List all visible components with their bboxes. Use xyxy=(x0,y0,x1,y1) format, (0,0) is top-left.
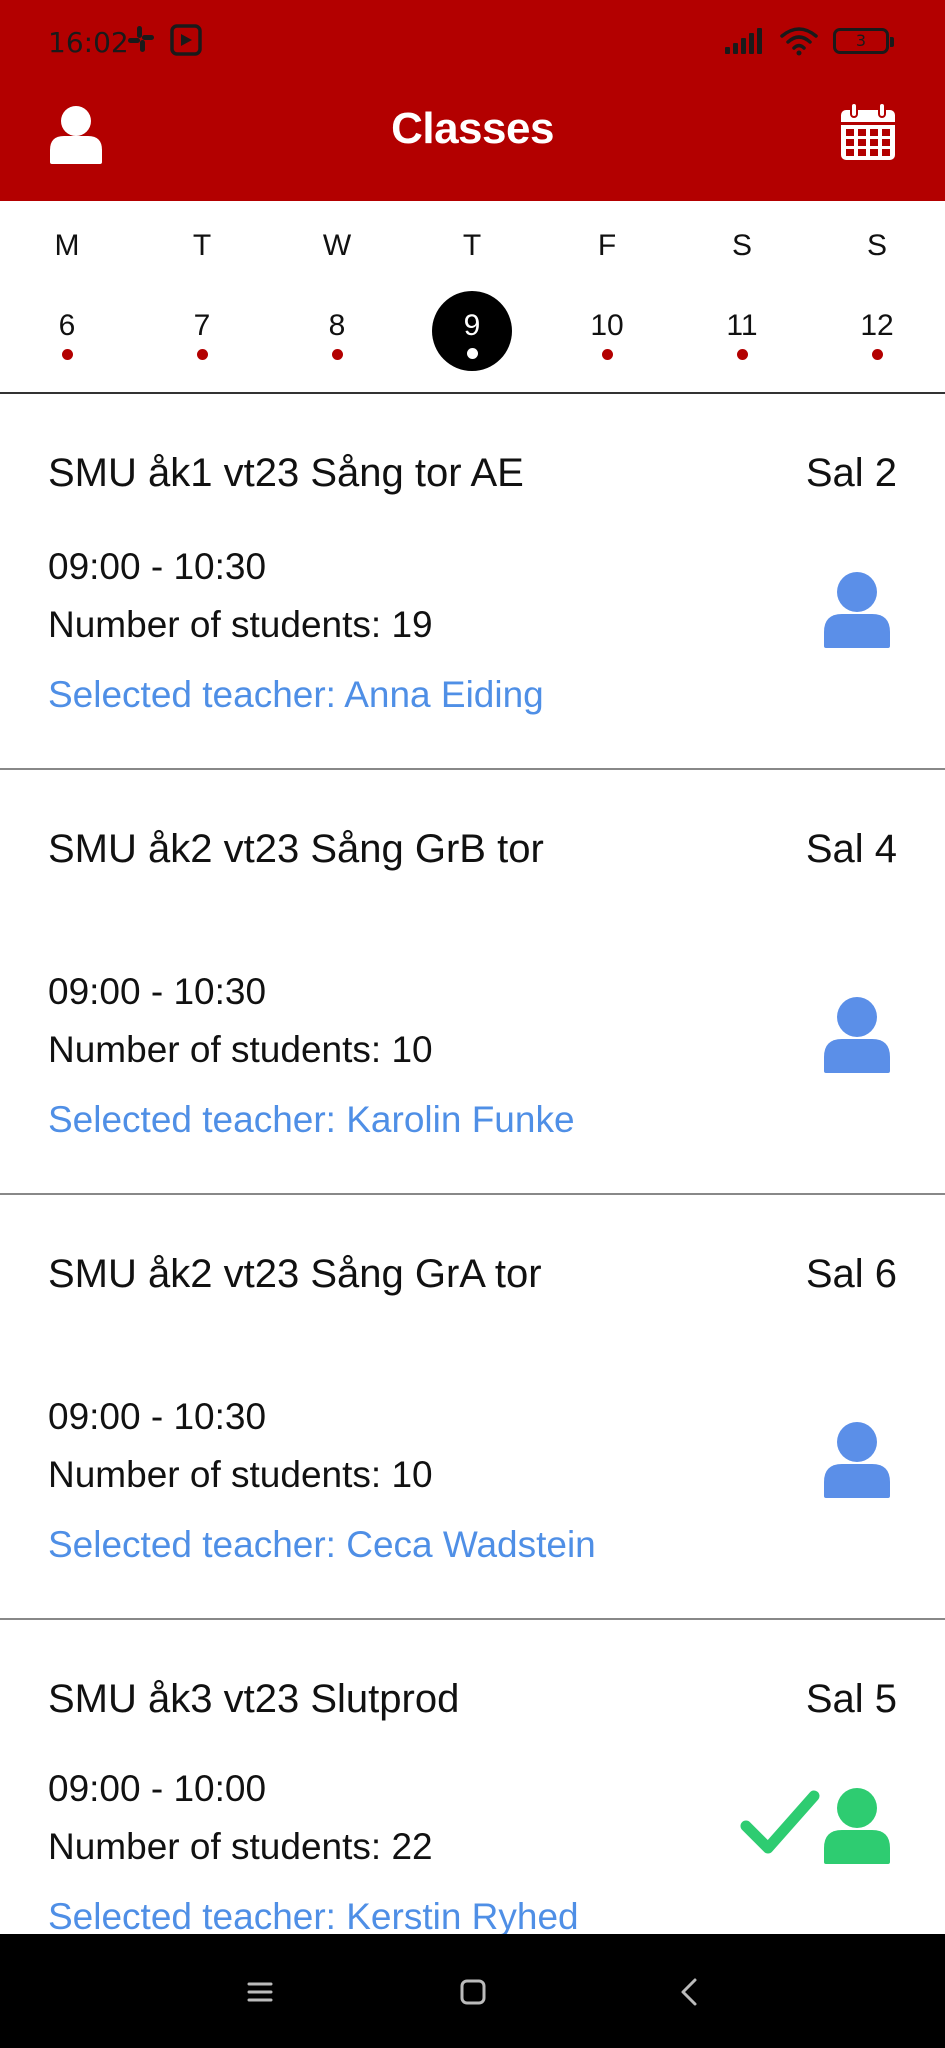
class-list: SMU åk1 vt23 Sång tor AE Sal 2 09:00 - 1… xyxy=(0,394,945,2020)
selected-teacher[interactable]: Selected teacher: Karolin Funke xyxy=(48,1099,575,1141)
day-number: 6 xyxy=(58,309,76,342)
signal-icon xyxy=(725,28,762,54)
day-tuesday[interactable]: T 7 xyxy=(152,201,252,394)
day-thursday-selected[interactable]: T 9 xyxy=(422,201,522,394)
selected-teacher[interactable]: Selected teacher: Kerstin Ryhed xyxy=(48,1896,579,1938)
day-number: 9 xyxy=(463,309,481,342)
screen-record-icon xyxy=(170,24,202,56)
day-number: 12 xyxy=(860,309,894,342)
notification-icons xyxy=(126,24,202,56)
day-monday[interactable]: M 6 xyxy=(17,201,117,394)
teacher-icon[interactable] xyxy=(824,572,890,648)
class-card[interactable]: SMU åk2 vt23 Sång GrA tor Sal 6 09:00 - … xyxy=(0,1195,945,1620)
selected-teacher[interactable]: Selected teacher: Anna Eiding xyxy=(48,674,544,716)
day-number: 11 xyxy=(726,309,758,342)
event-dot xyxy=(467,348,478,359)
class-room: Sal 6 xyxy=(805,1252,897,1296)
day-wednesday[interactable]: W 8 xyxy=(287,201,387,394)
class-card[interactable]: SMU åk2 vt23 Sång GrB tor Sal 4 09:00 - … xyxy=(0,770,945,1195)
day-number: 10 xyxy=(590,309,624,342)
event-dot xyxy=(602,349,613,360)
home-icon[interactable] xyxy=(453,1972,493,2012)
status-time: 16:02 xyxy=(48,26,129,59)
event-dot xyxy=(197,349,208,360)
day-number: 7 xyxy=(193,309,211,342)
day-letter: T xyxy=(192,229,212,262)
class-room: Sal 4 xyxy=(805,827,897,871)
week-strip: M 6 T 7 W 8 T 9 F 10 S 11 S 12 xyxy=(0,201,945,394)
day-sunday[interactable]: S 12 xyxy=(827,201,927,394)
calendar-icon[interactable] xyxy=(839,102,897,162)
system-nav-bar xyxy=(0,1934,945,2048)
class-title: SMU åk2 vt23 Sång GrB tor xyxy=(48,827,544,871)
page-title: Classes xyxy=(391,104,554,153)
class-room: Sal 2 xyxy=(805,451,897,495)
app-bar: Classes xyxy=(0,84,945,201)
student-count: Number of students: 10 xyxy=(48,1029,433,1070)
status-bar: 16:02 3 xyxy=(0,0,945,84)
day-number: 8 xyxy=(328,309,346,342)
menu-icon[interactable] xyxy=(240,1972,280,2012)
event-dot xyxy=(332,349,343,360)
student-count: Number of students: 19 xyxy=(48,604,433,645)
app-header: 16:02 3 Classes xyxy=(0,0,945,201)
day-friday[interactable]: F 10 xyxy=(557,201,657,394)
status-right: 3 xyxy=(723,26,894,56)
back-icon[interactable] xyxy=(670,1972,710,2012)
event-dot xyxy=(737,349,748,360)
class-time: 09:00 - 10:30 xyxy=(48,1396,267,1437)
class-time: 09:00 - 10:30 xyxy=(48,971,267,1012)
teacher-icon[interactable] xyxy=(824,1788,890,1864)
day-letter: F xyxy=(597,229,617,262)
battery-icon: 3 xyxy=(833,28,894,54)
event-dot xyxy=(62,349,73,360)
day-letter: S xyxy=(866,229,887,262)
battery-level: 3 xyxy=(855,31,867,50)
class-title: SMU åk2 vt23 Sång GrA tor xyxy=(48,1252,542,1296)
teacher-icon[interactable] xyxy=(824,997,890,1073)
student-count: Number of students: 10 xyxy=(48,1454,433,1495)
class-room: Sal 5 xyxy=(805,1677,897,1721)
class-title: SMU åk3 vt23 Slutprod xyxy=(48,1677,460,1721)
selected-teacher[interactable]: Selected teacher: Ceca Wadstein xyxy=(48,1524,596,1566)
checkmark-icon xyxy=(740,1790,820,1854)
day-letter: M xyxy=(54,229,80,262)
day-saturday[interactable]: S 11 xyxy=(692,201,792,394)
class-title: SMU åk1 vt23 Sång tor AE xyxy=(48,451,524,495)
class-time: 09:00 - 10:00 xyxy=(48,1768,267,1809)
student-count: Number of students: 22 xyxy=(48,1826,433,1867)
wifi-icon xyxy=(780,27,818,56)
event-dot xyxy=(872,349,883,360)
day-letter: W xyxy=(322,229,352,262)
day-letter: T xyxy=(462,229,482,262)
class-time: 09:00 - 10:30 xyxy=(48,546,267,587)
slack-icon xyxy=(128,26,154,52)
day-letter: S xyxy=(731,229,752,262)
class-card[interactable]: SMU åk1 vt23 Sång tor AE Sal 2 09:00 - 1… xyxy=(0,394,945,770)
teacher-icon[interactable] xyxy=(824,1422,890,1498)
